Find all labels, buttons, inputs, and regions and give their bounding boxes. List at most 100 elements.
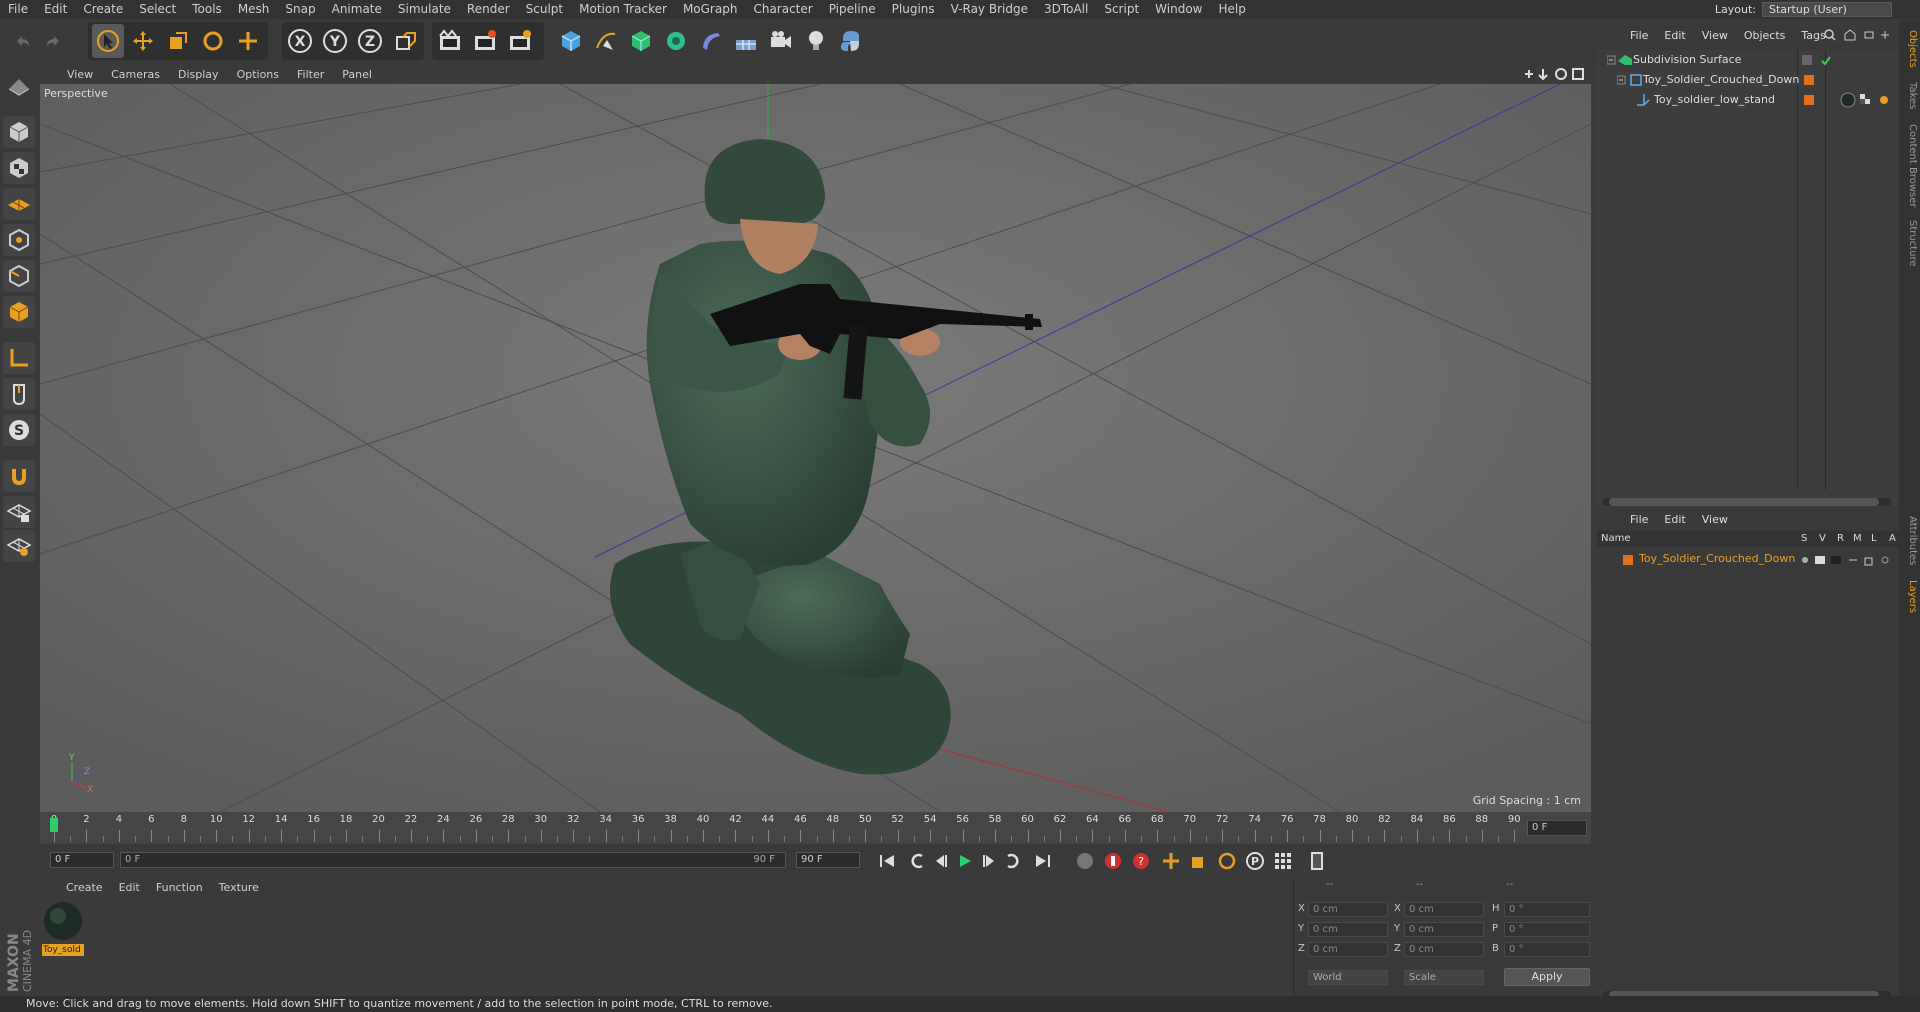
render-picture-viewer-icon[interactable] (469, 24, 501, 58)
position-z-field[interactable]: 0 cm (1308, 942, 1388, 957)
y-axis-lock-icon[interactable]: Y (319, 24, 351, 58)
menu-mograph[interactable]: MoGraph (675, 0, 746, 19)
menu-tools[interactable]: Tools (184, 0, 230, 19)
model-mode-icon[interactable] (3, 116, 35, 148)
size-z-field[interactable]: 0 cm (1404, 942, 1484, 957)
workplane-mode-icon[interactable] (3, 188, 35, 220)
position-y-field[interactable]: 0 cm (1308, 922, 1388, 937)
menu-snap[interactable]: Snap (277, 0, 323, 19)
frame-range-slider[interactable]: 0 F 90 F (120, 852, 786, 868)
next-frame-icon[interactable] (978, 850, 1000, 872)
edges-mode-icon[interactable] (3, 260, 35, 292)
current-frame-field[interactable]: 0 F (1527, 820, 1587, 836)
key-pla-icon[interactable] (1272, 850, 1294, 872)
python-icon[interactable] (835, 24, 867, 58)
object-row-subdivision[interactable]: Subdivision Surface (1597, 50, 1899, 70)
position-x-field[interactable]: 0 cm (1308, 902, 1388, 917)
object-row-soldier[interactable]: Toy_Soldier_Crouched_Down (1597, 70, 1899, 90)
end-frame-field[interactable]: 90 F (796, 852, 860, 868)
tab-structure[interactable]: Structure (1901, 220, 1918, 267)
material-menu-texture[interactable]: Texture (211, 881, 267, 894)
layers-menu-file[interactable]: File (1622, 513, 1656, 526)
menu-file[interactable]: File (0, 0, 36, 19)
menu-select[interactable]: Select (131, 0, 184, 19)
keyframe-selection-icon[interactable]: ? (1130, 850, 1152, 872)
tab-content-browser[interactable]: Content Browser (1901, 124, 1918, 207)
layer-color-swatch[interactable] (1623, 555, 1633, 565)
rotate-tool-icon[interactable] (197, 24, 229, 58)
key-rotation-icon[interactable] (1216, 850, 1238, 872)
menu-pipeline[interactable]: Pipeline (821, 0, 884, 19)
apply-button[interactable]: Apply (1504, 968, 1590, 986)
render-view-icon[interactable] (434, 24, 466, 58)
rotation-p-field[interactable]: 0 ° (1504, 922, 1590, 937)
menu-animate[interactable]: Animate (324, 0, 390, 19)
objects-menu-edit[interactable]: Edit (1656, 29, 1693, 42)
z-axis-lock-icon[interactable]: Z (354, 24, 386, 58)
play-icon[interactable] (954, 850, 976, 872)
tweak-mode-icon[interactable] (3, 378, 35, 410)
objects-menu-objects[interactable]: Objects (1736, 29, 1794, 42)
menu-simulate[interactable]: Simulate (390, 0, 459, 19)
go-to-end-icon[interactable] (1032, 850, 1054, 872)
record-keys-icon[interactable] (1074, 850, 1096, 872)
pen-spline-icon[interactable] (590, 24, 622, 58)
size-x-field[interactable]: 0 cm (1404, 902, 1484, 917)
object-manager-tools-icons[interactable] (1823, 28, 1893, 45)
timeline-window-icon[interactable] (1306, 850, 1328, 872)
menu-window[interactable]: Window (1147, 0, 1210, 19)
playhead[interactable] (50, 818, 58, 832)
scale-tool-icon[interactable] (162, 24, 194, 58)
rotation-b-field[interactable]: 0 ° (1504, 942, 1590, 957)
timeline-ruler[interactable]: 0246810121416182022242628303234363840424… (40, 812, 1591, 844)
rotation-h-field[interactable]: 0 ° (1504, 902, 1590, 917)
undo-icon[interactable] (6, 24, 38, 58)
material-menu-edit[interactable]: Edit (111, 881, 148, 894)
menu-motion-tracker[interactable]: Motion Tracker (571, 0, 675, 19)
key-scale-icon[interactable] (1188, 850, 1210, 872)
tab-layers[interactable]: Layers (1901, 580, 1918, 613)
menu-sculpt[interactable]: Sculpt (518, 0, 571, 19)
tab-objects[interactable]: Objects (1901, 30, 1918, 68)
cloner-icon[interactable] (660, 24, 692, 58)
auto-key-icon[interactable] (1102, 850, 1124, 872)
polygons-mode-icon[interactable] (3, 296, 35, 328)
3d-viewport[interactable]: Y Z X Perspective Grid Spacing : 1 cm (40, 84, 1591, 812)
select-cursor-icon[interactable] (92, 24, 124, 58)
axis-mode-icon[interactable] (3, 342, 35, 374)
start-frame-field[interactable]: 0 F (50, 852, 114, 868)
render-settings-icon[interactable] (504, 24, 536, 58)
menu-vray-bridge[interactable]: V-Ray Bridge (943, 0, 1036, 19)
viewport-menu-filter[interactable]: Filter (288, 68, 333, 81)
tab-attributes[interactable]: Attributes (1901, 516, 1918, 565)
deformer-icon[interactable] (695, 24, 727, 58)
light-icon[interactable] (800, 24, 832, 58)
objects-menu-file[interactable]: File (1622, 29, 1656, 42)
subdivision-surface-icon[interactable] (625, 24, 657, 58)
redo-icon[interactable] (38, 24, 70, 58)
menu-script[interactable]: Script (1096, 0, 1147, 19)
object-list-scrollbar[interactable] (1603, 498, 1891, 506)
viewport-menu-display[interactable]: Display (169, 68, 228, 81)
menu-plugins[interactable]: Plugins (884, 0, 943, 19)
menu-create[interactable]: Create (75, 0, 131, 19)
objects-menu-view[interactable]: View (1694, 29, 1736, 42)
x-axis-lock-icon[interactable]: X (284, 24, 316, 58)
layers-menu-edit[interactable]: Edit (1656, 513, 1693, 526)
solo-mode-icon[interactable]: S (3, 414, 35, 446)
move-tool-icon[interactable] (127, 24, 159, 58)
menu-help[interactable]: Help (1210, 0, 1253, 19)
coordinate-space-dropdown[interactable]: World (1308, 970, 1388, 985)
prev-frame-icon[interactable] (930, 850, 952, 872)
layers-menu-view[interactable]: View (1694, 513, 1736, 526)
viewport-menu-cameras[interactable]: Cameras (102, 68, 169, 81)
material-swatch[interactable]: Toy_sold (42, 901, 84, 956)
tab-takes[interactable]: Takes (1901, 82, 1918, 109)
menu-mesh[interactable]: Mesh (230, 0, 278, 19)
camera-icon[interactable] (765, 24, 797, 58)
texture-mode-icon[interactable] (3, 152, 35, 184)
viewport-menu-options[interactable]: Options (228, 68, 288, 81)
prev-key-icon[interactable] (906, 850, 928, 872)
cube-primitive-icon[interactable] (555, 24, 587, 58)
layout-dropdown[interactable]: Startup (User) (1762, 2, 1892, 17)
